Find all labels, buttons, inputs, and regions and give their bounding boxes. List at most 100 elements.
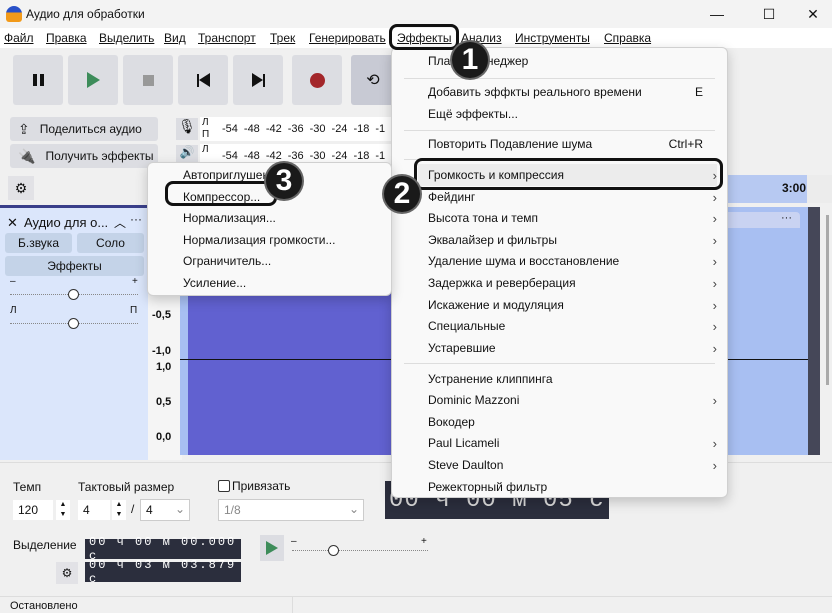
snap-select[interactable]: 1/8⌄ [218, 499, 364, 521]
tempo-label: Темп [13, 480, 41, 494]
numerator-stepper[interactable]: ▲▼ [112, 500, 126, 520]
time-sig-numerator[interactable]: 4 [78, 500, 110, 520]
menu-select[interactable]: Выделить [99, 31, 154, 45]
menu-item-label: Steve Daulton [428, 458, 503, 472]
minimize-button[interactable]: — [694, 0, 740, 28]
menu-item-special[interactable]: Специальные› [428, 315, 717, 337]
snap-checkbox[interactable] [218, 480, 230, 492]
denominator-value: 4 [146, 503, 153, 517]
solo-button[interactable]: Соло [77, 233, 144, 253]
share-audio-button[interactable]: ⇪Поделиться аудио [10, 117, 158, 141]
menu-item-noise-removal[interactable]: Удаление шума и восстановление› [428, 250, 717, 272]
menu-item-vocoder[interactable]: Вокодер [428, 411, 717, 433]
menu-item-label: Эквалайзер и фильтры [428, 233, 557, 247]
meter-tick: -18 [353, 123, 369, 135]
menu-item-dominic-mazzoni[interactable]: Dominic Mazzoni› [428, 389, 717, 411]
submenu-item-limiter[interactable]: Ограничитель... [183, 250, 381, 272]
skip-end-button[interactable] [233, 55, 283, 105]
selection-settings-gear-icon[interactable]: ⚙ [56, 562, 78, 584]
play-at-speed-button[interactable] [260, 535, 284, 561]
submenu-item-normalize[interactable]: Нормализация... [183, 207, 381, 229]
get-effects-button[interactable]: 🔌 Получить эффекты [10, 144, 158, 168]
menu-item-label: Задержка и реверберация [428, 276, 576, 290]
menu-help[interactable]: Справка [604, 31, 651, 45]
meter-tick: -36 [288, 123, 304, 135]
loop-button[interactable]: ⟲ [351, 55, 395, 105]
microphone-icon[interactable]: 🎙 [176, 118, 198, 140]
menu-item-label: Удаление шума и восстановление [428, 254, 619, 268]
highlight-compressor-item [165, 181, 277, 206]
speed-minus: – [291, 536, 297, 547]
tempo-input[interactable]: 120 [13, 500, 53, 520]
meter-tick: -30 [310, 123, 326, 135]
menu-item-distortion-modulation[interactable]: Искажение и модуляция› [428, 294, 717, 316]
gain-slider-knob[interactable] [68, 289, 79, 300]
skip-start-icon [197, 73, 210, 87]
shortcut: E [695, 85, 703, 99]
menu-item-clip-fix[interactable]: Устранение клиппинга [428, 368, 717, 390]
time-sig-denominator-select[interactable]: 4⌄ [140, 499, 190, 521]
record-button[interactable] [292, 55, 342, 105]
menu-item-eq-filters[interactable]: Эквалайзер и фильтры› [428, 229, 717, 251]
chevron-right-icon: › [713, 190, 717, 205]
track-close-icon[interactable]: ✕ [7, 215, 18, 231]
skip-end-icon [252, 73, 265, 87]
menu-item-label: Фейдинг [428, 190, 475, 204]
timeline-settings-gear-icon[interactable]: ⚙ [8, 176, 34, 200]
vertical-scrollbar[interactable] [826, 215, 829, 385]
scale-label: -1,0 [152, 345, 171, 357]
annotation-badge-2: 2 [384, 176, 420, 212]
submenu-item-amplify[interactable]: Усиление... [183, 272, 381, 294]
menu-edit[interactable]: Правка [46, 31, 87, 45]
speed-knob[interactable] [328, 545, 339, 556]
track-name[interactable]: Аудио для о... [24, 215, 108, 230]
speed-plus: + [421, 536, 427, 547]
menu-item-delay-reverb[interactable]: Задержка и реверберация› [428, 272, 717, 294]
meter-l: Л [202, 144, 209, 155]
track-menu-icon[interactable]: ··· [130, 212, 142, 226]
menu-item-steve-daulton[interactable]: Steve Daulton › [428, 454, 717, 476]
menu-tools[interactable]: Инструменты [515, 31, 590, 45]
get-effects-label: Получить эффекты [45, 149, 153, 163]
chevron-right-icon: › [713, 341, 717, 356]
pause-button[interactable] [13, 55, 63, 105]
submenu-item-loudness-normalize[interactable]: Нормализация громкости... [183, 229, 381, 251]
menu-item-notch-filter[interactable]: Режекторный фильтр [428, 476, 717, 498]
menu-view[interactable]: Вид [164, 31, 186, 45]
maximize-button[interactable]: ☐ [746, 0, 792, 28]
menu-generate[interactable]: Генерировать [309, 31, 386, 45]
stop-button[interactable] [123, 55, 173, 105]
meter-r: П [202, 129, 209, 140]
chevron-right-icon: › [713, 458, 717, 473]
playback-speed-slider[interactable] [292, 550, 428, 551]
pan-slider-knob[interactable] [68, 318, 79, 329]
timeline-label-3-00: 3:00 [782, 181, 806, 195]
menu-separator [404, 78, 715, 79]
menu-item-more-effects[interactable]: Ещё эффекты... [428, 103, 717, 125]
menu-item-paul-licameli[interactable]: Paul Licameli› [428, 432, 717, 454]
menu-item-repeat-noise-reduction[interactable]: Повторить Подавление шумаCtrl+R [428, 133, 717, 155]
meter-tick: -42 [266, 150, 282, 162]
play-button[interactable] [68, 55, 118, 105]
collapse-icon[interactable]: ︿ [114, 214, 126, 231]
snap-label: Привязать [232, 479, 290, 493]
gain-slider[interactable] [10, 294, 138, 295]
track-effects-button[interactable]: Эффекты [5, 256, 144, 276]
menu-file[interactable]: Файл [4, 31, 34, 45]
tempo-stepper[interactable]: ▲▼ [56, 500, 70, 520]
selection-start-time[interactable]: 00 ч 00 м 00.000 с [85, 539, 241, 559]
mute-button[interactable]: Б.звука [5, 233, 72, 253]
close-button[interactable]: ✕ [790, 0, 832, 28]
effects-menu: Плагин-менеджер Добавить эффкты реальног… [391, 47, 728, 498]
plug-icon: 🔌 [18, 148, 35, 165]
menu-item-legacy[interactable]: Устаревшие› [428, 337, 717, 359]
pan-right: П [130, 305, 137, 316]
pan-slider[interactable] [10, 323, 138, 324]
record-meter[interactable]: Л П -54-48-42-36-30-24-18-1 [200, 117, 400, 141]
menu-item-add-realtime-effects[interactable]: Добавить эффкты реального времениE [428, 81, 717, 103]
menu-transport[interactable]: Транспорт [198, 31, 256, 45]
menu-track[interactable]: Трек [270, 31, 295, 45]
menu-item-pitch-tempo[interactable]: Высота тона и темп› [428, 207, 717, 229]
selection-end-time[interactable]: 00 ч 03 м 03.879 с [85, 562, 241, 582]
skip-start-button[interactable] [178, 55, 228, 105]
